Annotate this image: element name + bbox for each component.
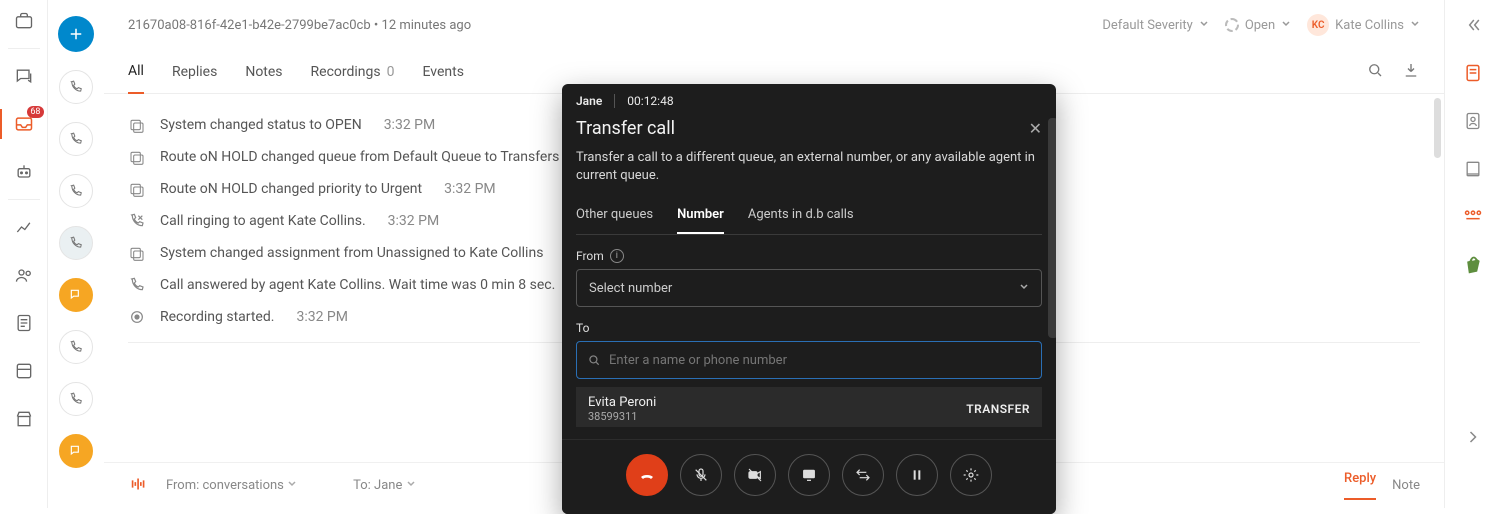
journey-panel-icon[interactable] xyxy=(1462,206,1484,228)
timeline-text: System changed status to OPEN xyxy=(160,117,362,133)
analytics-icon[interactable] xyxy=(13,216,35,238)
book-panel-icon[interactable] xyxy=(1462,158,1484,180)
timeline-text: Call ringing to agent Kate Collins. xyxy=(160,213,366,229)
video-off-button[interactable] xyxy=(734,454,776,496)
call-item[interactable] xyxy=(59,122,93,156)
scrollbar[interactable] xyxy=(1434,98,1441,158)
avatar: KC xyxy=(1307,14,1329,36)
nav-rail-left: 68 xyxy=(0,0,48,508)
result-name: Evita Peroni xyxy=(588,395,656,410)
bookmark-icon[interactable] xyxy=(13,360,35,382)
reply-button[interactable]: Reply xyxy=(1344,471,1376,500)
transfer-button[interactable]: TRANSFER xyxy=(966,402,1030,416)
chat-icon[interactable] xyxy=(13,65,35,87)
tab-all[interactable]: All xyxy=(128,50,144,94)
call-item[interactable] xyxy=(59,330,93,364)
timeline-text: Route oN HOLD changed queue from Default… xyxy=(160,149,559,165)
team-icon[interactable] xyxy=(13,264,35,286)
search-icon xyxy=(587,353,601,367)
ticket-id: 21670a08-816f-42e1-b42e-2799be7ac0cb xyxy=(128,18,371,33)
status-icon xyxy=(128,148,146,166)
waveform-icon xyxy=(128,477,150,495)
modal-tab-other-queues[interactable]: Other queues xyxy=(576,199,653,234)
tab-replies[interactable]: Replies xyxy=(172,50,217,94)
modal-scrollbar[interactable] xyxy=(1048,118,1056,338)
mute-button[interactable] xyxy=(680,454,722,496)
end-call-button[interactable] xyxy=(626,454,668,496)
nav-rail-right xyxy=(1444,0,1500,508)
hold-button[interactable] xyxy=(896,454,938,496)
status-icon xyxy=(128,180,146,198)
add-button[interactable] xyxy=(58,16,94,52)
status-icon xyxy=(128,116,146,134)
expand-right-icon[interactable] xyxy=(1462,426,1484,448)
call-icon xyxy=(128,212,146,230)
assignee-dropdown[interactable]: KCKate Collins xyxy=(1307,14,1420,36)
timeline-time: 3:32 PM xyxy=(296,309,348,325)
download-icon[interactable] xyxy=(1402,61,1420,83)
ticket-age: 12 minutes ago xyxy=(382,18,472,33)
modal-tabs: Other queues Number Agents in d.b calls xyxy=(576,199,1042,235)
to-search-input[interactable] xyxy=(576,341,1042,379)
tab-recordings[interactable]: Recordings0 xyxy=(311,50,395,94)
screen-share-button[interactable] xyxy=(788,454,830,496)
settings-button[interactable] xyxy=(950,454,992,496)
result-number: 38599311 xyxy=(588,410,656,423)
from-label: From xyxy=(576,249,604,263)
timeline-time: 3:32 PM xyxy=(444,181,496,197)
to-input-field[interactable] xyxy=(609,353,1031,368)
timeline-text: Recording started. xyxy=(160,309,274,325)
modal-caller: Jane xyxy=(576,94,602,108)
inbox-badge: 68 xyxy=(27,106,43,118)
notes-panel-icon[interactable] xyxy=(1462,62,1484,84)
close-icon[interactable]: ✕ xyxy=(1029,119,1042,138)
transfer-call-modal: Jane 00:12:48 Transfer call ✕ Transfer a… xyxy=(562,84,1056,514)
status-dropdown[interactable]: Open xyxy=(1225,18,1291,33)
call-item-active[interactable] xyxy=(59,278,93,312)
call-item[interactable] xyxy=(59,70,93,104)
shopify-icon[interactable] xyxy=(1462,254,1484,276)
search-icon[interactable] xyxy=(1366,61,1384,83)
doc-icon[interactable] xyxy=(13,312,35,334)
status-icon xyxy=(128,244,146,262)
call-item-selected[interactable] xyxy=(59,226,93,260)
tab-events[interactable]: Events xyxy=(423,50,464,94)
timeline-text: System changed assignment from Unassigne… xyxy=(160,245,543,261)
contact-panel-icon[interactable] xyxy=(1462,110,1484,132)
inbox-icon[interactable]: 68 xyxy=(13,113,35,135)
note-button[interactable]: Note xyxy=(1392,478,1420,493)
bot-icon[interactable] xyxy=(13,161,35,183)
transfer-button-icon[interactable] xyxy=(842,454,884,496)
tab-notes[interactable]: Notes xyxy=(245,50,282,94)
modal-subtitle: Transfer a call to a different queue, an… xyxy=(576,149,1042,185)
reply-from[interactable]: From: conversations xyxy=(166,478,297,493)
collapse-icon[interactable] xyxy=(1462,14,1484,36)
reply-to[interactable]: To: Jane xyxy=(353,478,415,493)
to-label: To xyxy=(576,321,589,335)
call-item[interactable] xyxy=(59,382,93,416)
timeline-time: 3:32 PM xyxy=(388,213,440,229)
ticket-header: 21670a08-816f-42e1-b42e-2799be7ac0cb • 1… xyxy=(104,0,1444,50)
store-icon[interactable] xyxy=(13,408,35,430)
severity-dropdown[interactable]: Default Severity xyxy=(1102,18,1208,33)
call-controls xyxy=(562,439,1056,514)
call-column xyxy=(48,0,104,508)
call-item-active[interactable] xyxy=(59,434,93,468)
status-circle-icon xyxy=(1225,18,1239,32)
record-icon xyxy=(128,308,146,326)
briefcase-icon[interactable] xyxy=(13,10,35,32)
modal-tab-agents[interactable]: Agents in d.b calls xyxy=(748,199,854,234)
phone-icon xyxy=(128,276,146,294)
modal-tab-number[interactable]: Number xyxy=(677,199,724,234)
call-item[interactable] xyxy=(59,174,93,208)
timeline-time: 3:32 PM xyxy=(384,117,436,133)
from-number-select[interactable]: Select number xyxy=(576,269,1042,307)
timeline-text: Route oN HOLD changed priority to Urgent xyxy=(160,181,422,197)
info-icon[interactable]: i xyxy=(610,249,624,263)
transfer-result-row[interactable]: Evita Peroni 38599311 TRANSFER xyxy=(576,387,1042,427)
modal-title: Transfer call xyxy=(576,118,675,139)
timeline-text: Call answered by agent Kate Collins. Wai… xyxy=(160,277,555,293)
modal-duration: 00:12:48 xyxy=(627,94,673,108)
